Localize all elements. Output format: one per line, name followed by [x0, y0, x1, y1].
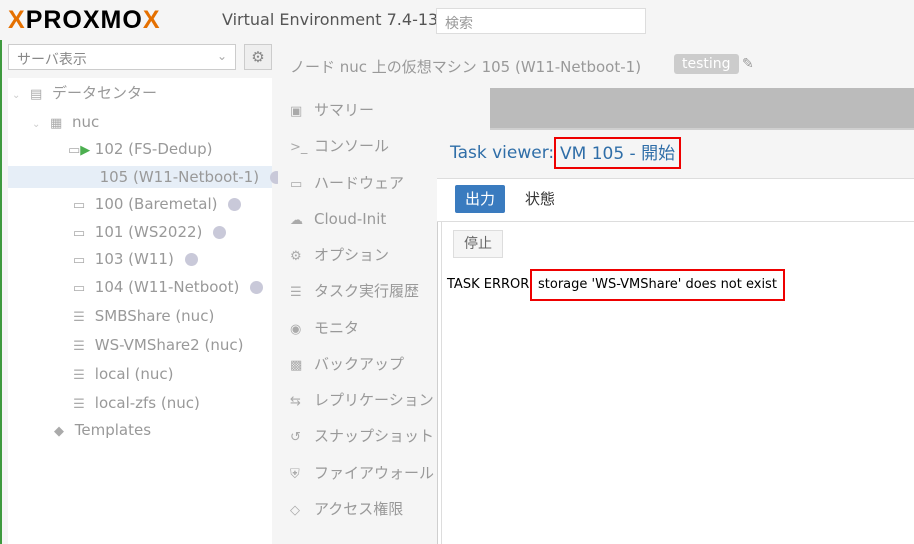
storage-icon: ☰ [73, 310, 85, 325]
resource-tree: ⌄ ▤ データセンター ⌄ ▦ nuc ▭▶ 102 (FS-Dedup) 10… [8, 78, 283, 544]
dialog-title: VM 105 - 開始 [560, 144, 676, 164]
menu-item-cloudinit[interactable]: ☁ Cloud-Init [290, 207, 386, 231]
tree-item-vm[interactable]: ▭ 103 (W11) [68, 248, 198, 270]
tree-item-storage[interactable]: ☰ local-zfs (nuc) [68, 392, 200, 414]
menu-item-permissions[interactable]: ◇ アクセス権限 [290, 497, 403, 521]
floppy-icon: ▩ [290, 358, 303, 373]
terminal-icon: >_ [290, 140, 308, 155]
retweet-icon: ⇆ [290, 394, 301, 409]
menu-item-hardware[interactable]: ▭ ハードウェア [290, 171, 404, 195]
version-label: Virtual Environment 7.4-13 [222, 10, 439, 29]
menu-item-firewall[interactable]: ⛨ ファイアウォール [290, 461, 434, 485]
status-dot [184, 253, 198, 266]
list-icon: ☰ [290, 285, 302, 300]
menu-item-options[interactable]: ⚙ オプション [290, 243, 389, 267]
status-dot [228, 198, 242, 211]
node-icon: ▦ [50, 116, 63, 131]
storage-icon: ☰ [73, 397, 85, 412]
dialog-tabbar [437, 179, 914, 222]
gear-icon: ⚙ [290, 249, 302, 264]
tab-status[interactable]: 状態 [525, 185, 555, 213]
tree-item-datacenter[interactable]: ⌄ ▤ データセンター [12, 82, 157, 104]
proxmox-logo: XPROXMOX [8, 6, 161, 34]
page-title: ノード nuc 上の仮想マシン 105 (W11-Netboot-1) [290, 58, 642, 76]
chevron-down-icon: ⌄ [32, 119, 41, 130]
cloud-icon: ☁ [290, 213, 303, 228]
history-icon: ↺ [290, 430, 301, 445]
search-input[interactable]: 検索 [436, 8, 646, 34]
tree-item-storage[interactable]: ☰ local (nuc) [68, 363, 173, 385]
dialog-title-prefix: Task viewer: [450, 143, 555, 163]
highlight-box-title: VM 105 - 開始 [554, 137, 682, 169]
vm-icon: ▭ [72, 198, 86, 213]
storage-icon: ☰ [73, 339, 85, 354]
datacenter-icon: ▤ [30, 87, 43, 102]
menu-item-summary[interactable]: ▣ サマリー [290, 98, 374, 122]
tags-icon: ◆ [54, 424, 64, 439]
tree-item-vm-selected[interactable]: 105 (W11-Netboot-1) [8, 166, 283, 188]
unlock-icon: ◇ [290, 503, 300, 518]
menu-item-backup[interactable]: ▩ バックアップ [290, 352, 404, 376]
status-dot [213, 226, 227, 239]
view-select[interactable]: サーバ表示 ⌄ [8, 44, 236, 70]
vm-running-icon: ▭▶ [68, 143, 91, 158]
tree-item-vm[interactable]: ▭ 100 (Baremetal) [68, 193, 242, 215]
tree-item-templates[interactable]: ◆ Templates [48, 419, 151, 441]
log-error-prefix: TASK ERROR: [447, 277, 534, 292]
log-error-message: storage 'WS-VMShare' does not exist [538, 277, 777, 292]
storage-icon: ☰ [73, 368, 85, 383]
menu-item-console[interactable]: >_ コンソール [290, 134, 389, 158]
stop-button[interactable]: 停止 [453, 230, 503, 258]
menu-item-monitor[interactable]: ◉ モニタ [290, 316, 359, 340]
tree-item-vm[interactable]: ▭ 101 (WS2022) [68, 221, 227, 243]
highlight-box-error: storage 'WS-VMShare' does not exist [530, 269, 785, 301]
chevron-down-icon: ⌄ [12, 90, 21, 101]
vm-icon: ▭ [72, 253, 86, 268]
gear-button[interactable]: ⚙ [244, 44, 272, 70]
tab-output[interactable]: 出力 [455, 185, 505, 213]
gear-icon: ⚙ [251, 48, 265, 66]
desktop-icon: ▭ [290, 177, 303, 192]
chevron-down-icon: ⌄ [216, 49, 227, 63]
tree-item-vm[interactable]: ▭ 104 (W11-Netboot) [68, 276, 264, 298]
menu-item-replication[interactable]: ⇆ レプリケーション [290, 388, 434, 412]
tree-item-storage[interactable]: ☰ WS-VMShare2 (nuc) [68, 334, 243, 356]
dialog-toolbar [441, 222, 914, 269]
window-edge [0, 0, 2, 544]
view-select-value: サーバ表示 [17, 52, 87, 68]
pencil-icon[interactable]: ✎ [742, 56, 754, 72]
shield-icon: ⛨ [290, 467, 300, 482]
tree-item-storage[interactable]: ☰ SMBShare (nuc) [68, 305, 214, 327]
book-icon: ▣ [290, 104, 303, 119]
vm-icon: ▭ [72, 226, 86, 241]
tree-item-node[interactable]: ⌄ ▦ nuc [32, 111, 99, 133]
menu-item-snapshots[interactable]: ↺ スナップショット [290, 424, 434, 448]
menu-item-task-history[interactable]: ☰ タスク実行履歴 [290, 279, 419, 303]
eye-icon: ◉ [290, 322, 302, 337]
console-toolbar [490, 88, 914, 128]
tag-badge: testing [674, 54, 739, 74]
tree-item-vm[interactable]: ▭▶ 102 (FS-Dedup) [68, 138, 213, 160]
vm-icon: ▭ [72, 281, 86, 296]
task-log [441, 268, 914, 544]
status-dot [250, 281, 264, 294]
